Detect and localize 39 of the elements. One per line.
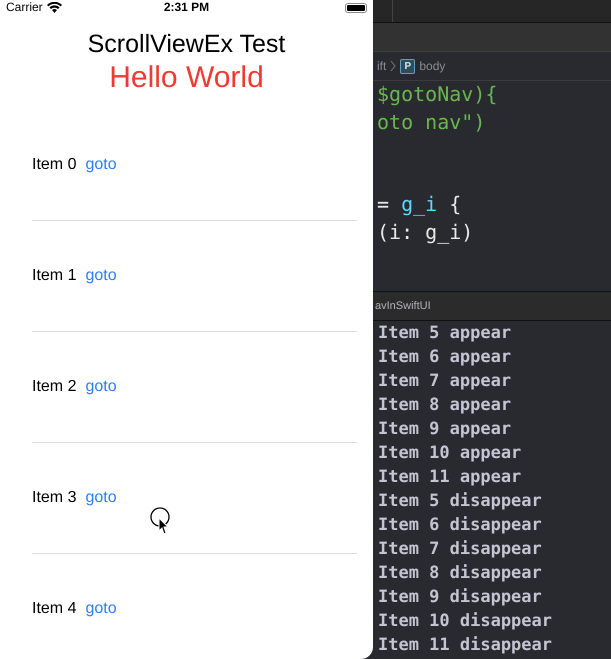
- console-line: Item 8 appear: [378, 395, 512, 415]
- console-line: Item 5 disappear: [378, 491, 542, 511]
- carrier-label: Carrier: [6, 0, 43, 14]
- hello-text: Hello World: [108, 61, 265, 95]
- code-line: (i: g_i): [377, 220, 474, 244]
- property-badge: P: [400, 58, 416, 74]
- console-line: Item 9 appear: [378, 419, 512, 439]
- console-line: Item 9 disappear: [378, 587, 542, 607]
- console-line: Item 7 disappear: [378, 539, 542, 559]
- wifi-icon: [46, 2, 62, 12]
- item-label: Item 0: [32, 156, 76, 174]
- clock-time: 2:31 PM: [164, 0, 210, 14]
- goto-link[interactable]: goto: [85, 156, 117, 174]
- item-label: Item 4: [32, 600, 76, 618]
- chevron-icon: [390, 60, 396, 72]
- goto-link[interactable]: goto: [85, 600, 117, 618]
- console-line: Item 5 appear: [378, 323, 512, 343]
- console-line: Item 11 disappear: [378, 635, 552, 655]
- item-label: Item 3: [32, 489, 76, 507]
- code-line: oto nav"): [377, 110, 486, 134]
- code-line: = g_i {: [377, 192, 462, 216]
- goto-link[interactable]: goto: [85, 489, 117, 507]
- console-line: Item 10 appear: [378, 443, 522, 463]
- console-line: Item 10 disappear: [378, 611, 552, 631]
- item-label: Item 1: [32, 267, 76, 285]
- code-line: $gotoNav){: [377, 82, 498, 106]
- screen-title: ScrollViewEx Test: [86, 30, 286, 59]
- goto-link[interactable]: goto: [85, 267, 117, 285]
- debug-bar-title: avInSwiftUI: [375, 300, 431, 312]
- breadcrumb-item[interactable]: ift: [377, 59, 386, 73]
- item-label: Item 2: [32, 378, 76, 396]
- goto-link[interactable]: goto: [85, 378, 117, 396]
- console-line: Item 8 disappear: [378, 563, 542, 583]
- breadcrumb-item[interactable]: body: [419, 59, 446, 73]
- console-line: Item 6 disappear: [378, 515, 542, 535]
- console-line: Item 11 appear: [378, 467, 522, 487]
- battery-icon: [345, 3, 367, 13]
- console-line: Item 6 appear: [378, 347, 512, 367]
- console-line: Item 7 appear: [378, 371, 512, 391]
